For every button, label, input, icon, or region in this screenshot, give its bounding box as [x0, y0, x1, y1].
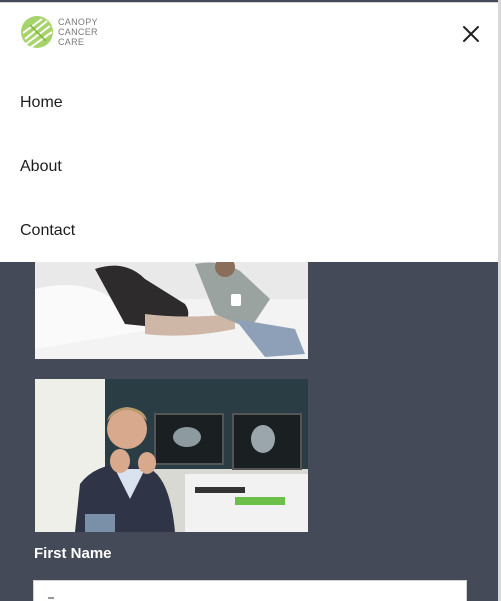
photo-people-on-couch	[35, 259, 308, 359]
leaf-logo-icon	[21, 16, 53, 48]
logo-line-1: CANOPY	[58, 17, 98, 27]
first-name-input[interactable]	[33, 580, 467, 601]
nav-menu-panel: CANOPY CANCER CARE Home About Contact	[0, 2, 498, 262]
canopy-logo[interactable]: CANOPY CANCER CARE	[20, 15, 98, 49]
close-menu-button[interactable]	[460, 23, 482, 45]
logo-line-3: CARE	[58, 37, 85, 47]
close-icon	[463, 26, 479, 42]
menu-item-home[interactable]: Home	[20, 94, 63, 112]
menu-item-contact[interactable]: Contact	[20, 222, 75, 240]
photo-doctor-at-monitors	[35, 379, 308, 532]
logo-wordmark: CANOPY CANCER CARE	[58, 17, 98, 47]
menu-item-about[interactable]: About	[20, 158, 62, 176]
app-frame: First Name CANOPY CANCER CARE Home About…	[0, 0, 501, 601]
first-name-label: First Name	[34, 545, 112, 562]
input-placeholder-mark	[48, 597, 54, 599]
logo-line-2: CANCER	[58, 27, 98, 37]
